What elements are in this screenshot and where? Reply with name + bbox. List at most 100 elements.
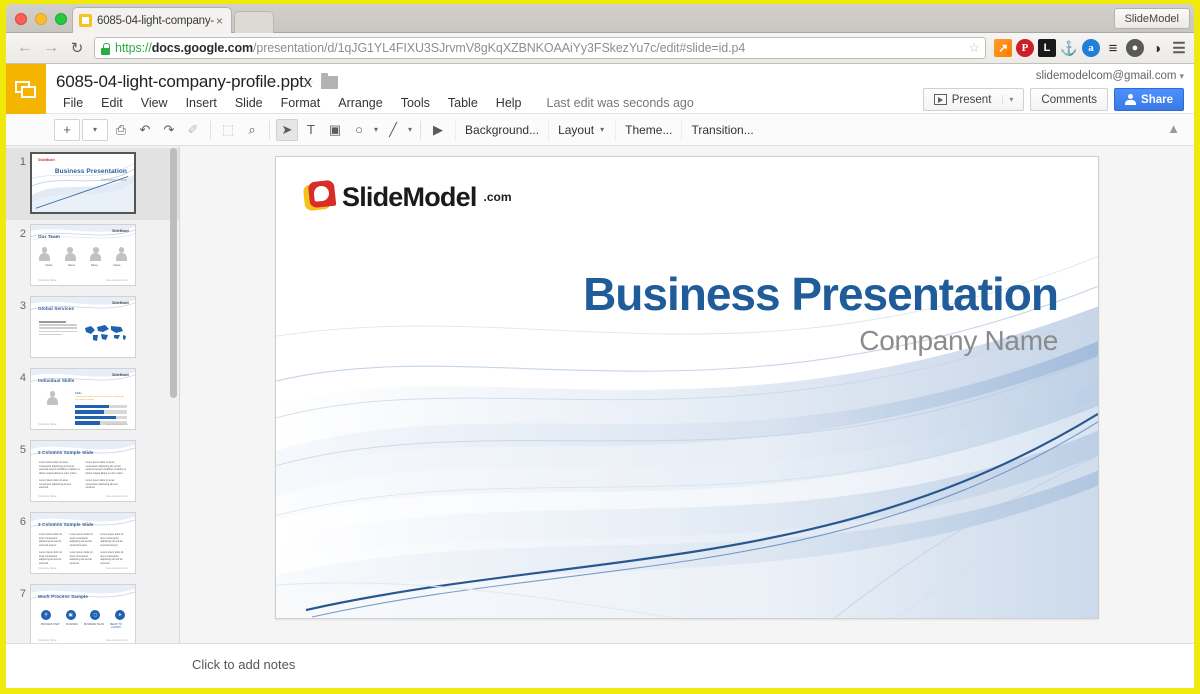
column-text: Lorem ipsum dolor sit amet, consectetur … [39,461,80,490]
lastpass-extension-icon[interactable]: L [1038,39,1056,57]
print-icon[interactable]: ⎙ [110,119,132,141]
pinterest-extension-icon[interactable]: P [1016,39,1034,57]
share-button[interactable]: Share [1114,88,1184,111]
chrome-menu-icon[interactable]: ☰ [1170,39,1188,57]
rocket-icon: ➤ [114,610,125,620]
slide-thumbnail[interactable]: SlideModel Individual Skills Skills Lore… [30,368,136,430]
menu-file[interactable]: File [54,94,92,112]
background-button[interactable]: Background... [455,118,548,141]
image-icon[interactable]: ▣ [324,119,346,141]
layout-dropdown-icon: ▾ [600,125,605,134]
hootsuite-owl-extension-icon[interactable]: ◑ [1148,39,1166,57]
undo-icon[interactable]: ↶ [134,119,156,141]
slide-subtitle-text[interactable]: Company Name [859,325,1058,357]
current-slide[interactable]: SlideModel .com Business Presentation Co… [275,156,1099,619]
new-slide-button[interactable]: + [54,118,80,141]
menu-insert[interactable]: Insert [177,94,226,112]
menu-format[interactable]: Format [272,94,330,112]
slide-thumbnail[interactable]: 3 Columns Sample Slide Lorem ipsum dolor… [30,512,136,574]
close-tab-icon[interactable]: × [214,15,225,27]
back-icon[interactable]: ← [12,36,38,60]
filmstrip-slide-7[interactable]: 7 Work Process Sample ⚲ ▣ ◻ ➤ PROCESS ST [6,580,179,643]
shape-icon[interactable]: ○ [348,119,370,141]
minimize-window-button[interactable] [35,13,47,25]
slide-thumbnail[interactable]: SlideModel Business Presentation Company… [30,152,136,214]
transition-button[interactable]: Transition... [681,118,762,141]
menu-help[interactable]: Help [487,94,531,112]
zoom-window-button[interactable] [55,13,67,25]
redo-icon[interactable]: ↷ [158,119,180,141]
globe-extension-icon[interactable]: ● [1126,39,1144,57]
slide-canvas[interactable]: SlideModel .com Business Presentation Co… [180,146,1194,653]
filmstrip-slide-5[interactable]: 5 2 Columns Sample Slide Lorem ipsum dol… [6,436,179,508]
new-tab-button[interactable] [234,11,274,33]
slide-number: 4 [19,372,26,384]
address-bar[interactable]: https://docs.google.com/presentation/d/1… [94,37,986,59]
account-email[interactable]: slidemodelcom@gmail.com ▾ [1036,70,1184,82]
slide-thumbnail[interactable]: 2 Columns Sample Slide Lorem ipsum dolor… [30,440,136,502]
last-edit-status[interactable]: Last edit was seconds ago [547,96,694,110]
url-path: /presentation/d/1qJG1YL4FIXU3SJrvmV8gKqX… [253,41,746,55]
browser-tab[interactable]: 6085-04-light-company-pr × [72,7,232,33]
filmstrip-slide-3[interactable]: 3 SlideModel Global Services [6,292,179,364]
alexa-extension-icon[interactable]: a [1082,39,1100,57]
menu-tools[interactable]: Tools [392,94,439,112]
slide-number: 7 [19,588,26,600]
new-slide-dropdown-icon[interactable]: ▾ [82,118,108,141]
line-icon[interactable]: ╱ [382,119,404,141]
filmstrip-slide-4[interactable]: 4 SlideModel Individual Skills Skills Lo… [6,364,179,436]
layout-button[interactable]: Layout ▾ [548,118,615,141]
comments-button[interactable]: Comments [1030,88,1109,111]
slide-thumbnail[interactable]: SlideModel Global Services [30,296,136,358]
present-dropdown-caret[interactable]: ▾ [1002,95,1013,104]
reload-icon[interactable]: ↻ [64,36,90,60]
filmstrip-slide-6[interactable]: 6 3 Columns Sample Slide Lorem ipsum dol… [6,508,179,580]
chartify-extension-icon[interactable]: ↗ [994,39,1012,57]
bookmark-extension-icon[interactable]: ⚓ [1060,39,1078,57]
menu-edit[interactable]: Edit [92,94,132,112]
line-dropdown-icon[interactable]: ▾ [406,125,414,134]
folder-icon[interactable] [321,73,338,89]
textbox-icon[interactable]: T [300,119,322,141]
collapse-toolbar-icon[interactable]: ▲ [1167,121,1180,136]
close-window-button[interactable] [15,13,27,25]
document-title[interactable]: 6085-04-light-company-profile.pptx [56,72,312,92]
shape-dropdown-icon[interactable]: ▾ [372,125,380,134]
browser-profile-chip[interactable]: SlideModel [1113,8,1190,29]
theme-button[interactable]: Theme... [615,118,681,141]
forward-icon[interactable]: → [38,36,64,60]
slide-thumbnail[interactable]: SlideModel Our Team Name Name Name Name [30,224,136,286]
video-icon[interactable]: ▶ [427,119,449,141]
present-label: Present [951,93,992,106]
paint-format-icon[interactable]: ✐ [182,119,204,141]
buffer-extension-icon[interactable]: ≡ [1104,39,1122,57]
slidemodel-mark-icon [302,179,337,213]
thumb-footer-left: Company Name [38,567,57,570]
header-actions: Present ▾ Comments Share [922,88,1184,111]
column-text: Lorem ipsum dolor sit amet consectetur a… [39,533,62,565]
menu-arrange[interactable]: Arrange [329,94,391,112]
star-icon[interactable]: ☆ [302,75,315,92]
select-tool-icon[interactable]: ➤ [276,118,298,141]
filmstrip-slide-2[interactable]: 2 SlideModel Our Team Name Name Name Nam… [6,220,179,292]
menu-bar: File Edit View Insert Slide Format Arran… [54,94,694,112]
zoom-icon[interactable]: ⌕ [241,119,263,141]
present-button[interactable]: Present ▾ [922,88,1025,111]
notes-placeholder: Click to add notes [192,657,296,672]
thumb-title: Work Process Sample [38,594,89,599]
fit-to-screen-icon[interactable]: ⬚ [217,119,239,141]
menu-table[interactable]: Table [439,94,487,112]
speaker-notes-pane[interactable]: Click to add notes [6,643,1194,688]
toolbar-group-new: + ▾ ⎙ ↶ ↷ ✐ [48,118,210,141]
menu-slide[interactable]: Slide [226,94,272,112]
filmstrip-slide-1[interactable]: 1 SlideModel Business Presentation Compa… [6,148,179,220]
menu-view[interactable]: View [132,94,177,112]
slide-filmstrip[interactable]: 1 SlideModel Business Presentation Compa… [6,146,180,643]
bookmark-star-icon[interactable]: ☆ [968,40,980,56]
window-controls[interactable] [15,13,67,25]
google-slides-logo[interactable] [6,64,46,114]
person-add-icon [1125,94,1137,105]
slide-thumbnail[interactable]: Work Process Sample ⚲ ▣ ◻ ➤ PROCESS STEP… [30,584,136,643]
slide-title-text[interactable]: Business Presentation [583,267,1059,321]
filmstrip-scrollbar[interactable] [170,148,177,398]
